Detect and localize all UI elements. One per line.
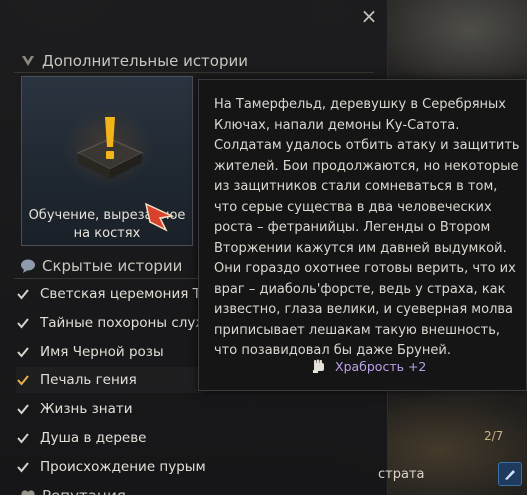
- edit-button[interactable]: [498, 462, 522, 486]
- cursor-icon: [144, 202, 175, 232]
- check-icon: [16, 402, 30, 416]
- list-item-label: Душа в дереве: [40, 430, 147, 446]
- section-title: Дополнительные истории: [42, 52, 248, 70]
- list-item-label: Имя Черной розы: [40, 344, 164, 360]
- divider: [14, 72, 374, 73]
- heart-icon: [20, 488, 36, 495]
- list-item-label: Тайные похороны служанки: [40, 315, 206, 331]
- story-tooltip: На Тамерфельд, деревушку в Серебряных Кл…: [198, 79, 527, 391]
- check-icon: [16, 287, 30, 301]
- list-item[interactable]: Душа в дереве: [16, 425, 206, 451]
- section-hidden-stories: Скрытые истории: [20, 254, 182, 278]
- list-item[interactable]: Имя Черной розы: [16, 339, 206, 365]
- section-reputation: Репутация: [20, 484, 126, 495]
- book-with-exclamation-icon: [76, 117, 144, 179]
- list-item-label: Жизнь знати: [40, 401, 133, 417]
- check-icon: [16, 373, 30, 387]
- reward: Храбрость +2: [311, 358, 426, 374]
- background-label: страта: [378, 467, 425, 482]
- list-item-label: Печаль гения: [40, 372, 137, 388]
- check-icon: [16, 345, 30, 359]
- check-icon: [16, 431, 30, 445]
- list-item[interactable]: Жизнь знати: [16, 396, 206, 422]
- quill-icon: [505, 470, 515, 480]
- reward-label: Храбрость +2: [335, 358, 427, 374]
- list-item[interactable]: Светская церемония Тыквы: [16, 281, 206, 307]
- tooltip-description: На Тамерфельд, деревушку в Серебряных Кл…: [214, 97, 520, 358]
- list-item[interactable]: Тайные похороны служанки: [16, 310, 206, 336]
- list-item-label: Происхождение пурымов: [40, 459, 206, 475]
- list-item[interactable]: Печаль гения: [16, 367, 206, 393]
- close-button[interactable]: ×: [358, 5, 380, 27]
- section-title: Скрытые истории: [42, 257, 183, 275]
- section-extra-stories: Дополнительные истории: [20, 49, 248, 73]
- list-item[interactable]: Происхождение пурымов: [16, 454, 206, 480]
- section-title: Репутация: [42, 487, 126, 495]
- check-icon: [16, 316, 30, 330]
- fist-icon: [313, 359, 324, 373]
- page-counter: 2/7: [484, 429, 504, 443]
- list-item-label: Светская церемония Тыквы: [40, 286, 206, 302]
- chevron-crest-icon: [20, 53, 36, 69]
- check-icon: [16, 460, 30, 474]
- speech-bubble-icon: [20, 258, 36, 274]
